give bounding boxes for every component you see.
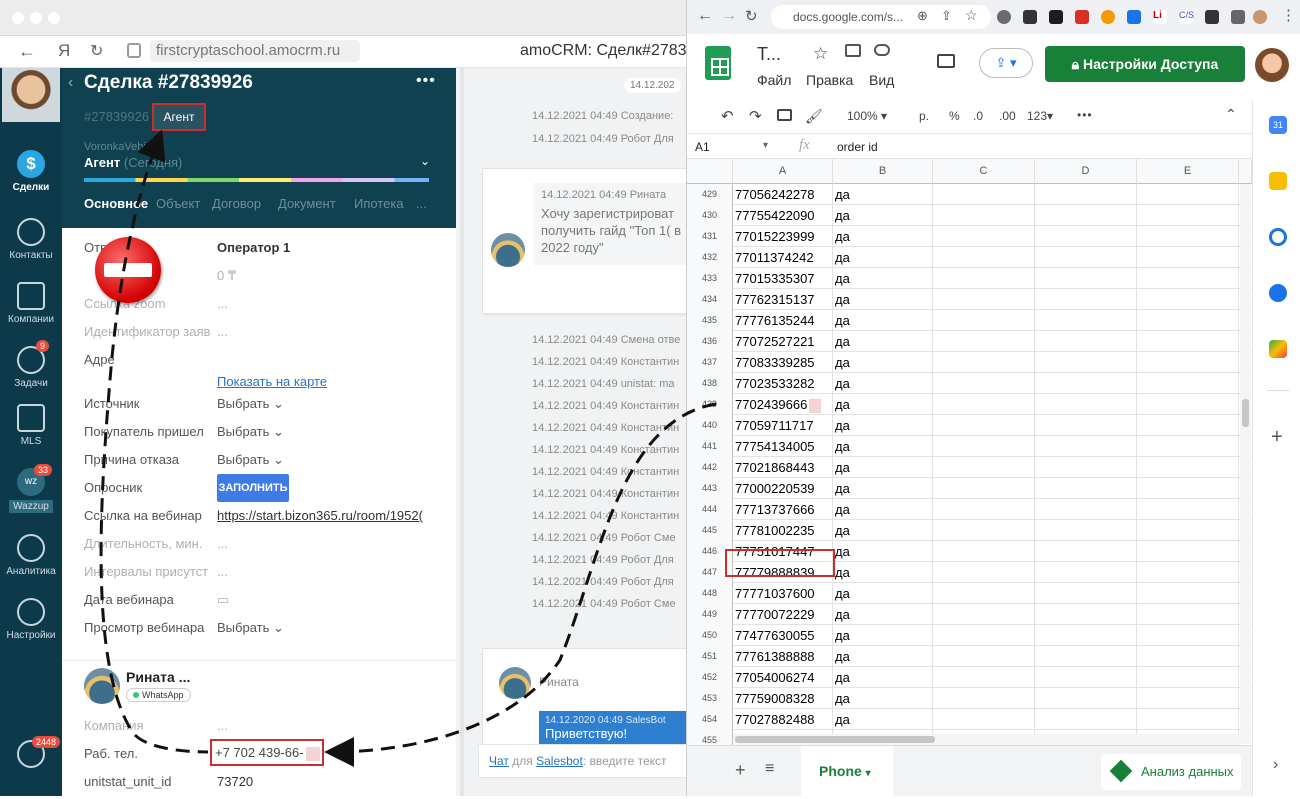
- arrow-to-tag: [99, 129, 166, 729]
- arrow-cell-to-phone: [324, 402, 717, 767]
- annotation-arrows: [99, 129, 717, 767]
- arrow-phone-link: [133, 733, 209, 754]
